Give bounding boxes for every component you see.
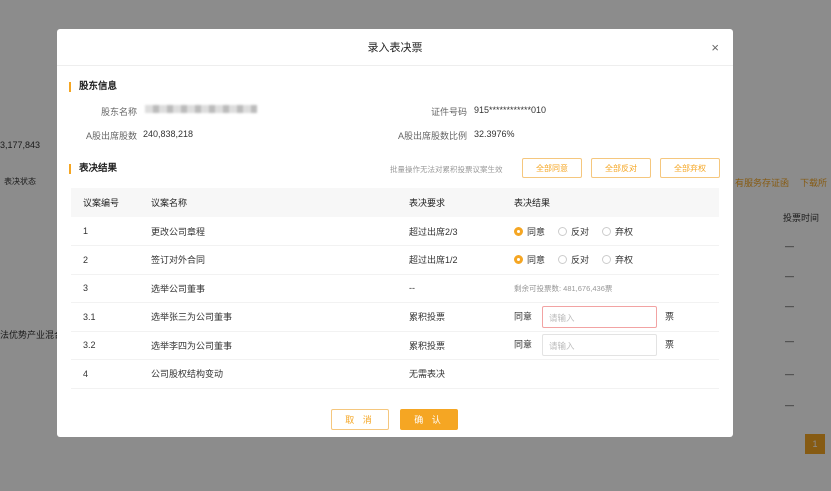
radio-option[interactable]: 反对	[558, 253, 589, 266]
vote-count-input[interactable]	[542, 334, 658, 357]
proposal-name: 选举张三为公司董事	[151, 302, 409, 332]
vote-result-cell: 同意 反对 弃权	[514, 245, 719, 275]
vote-requirement: 累积投票	[409, 302, 514, 332]
all-abstain-button[interactable]: 全部弃权	[660, 158, 720, 178]
col-header: 议案名称	[151, 188, 409, 217]
radio-label: 同意	[527, 226, 546, 237]
vote-entry-modal: 录入表决票 × 股东信息 股东名称 证件号码 915************01…	[57, 29, 733, 437]
radio-label: 反对	[571, 255, 590, 266]
table-row: 1 更改公司章程 超过出席2/3 同意 反对 弃权	[71, 217, 719, 246]
proposal-no: 1	[71, 217, 151, 246]
ratio-label: A股出席股数比例	[397, 131, 467, 141]
proposal-no: 3.1	[71, 302, 151, 332]
proposal-name: 选举李四为公司董事	[151, 331, 409, 360]
vote-requirement: 超过出席2/3	[409, 217, 514, 246]
id-value: 915************010	[474, 105, 547, 115]
radio-circle-icon	[602, 255, 612, 265]
agree-label: 同意	[514, 339, 533, 350]
section-vote-result: 表决结果	[69, 164, 117, 174]
col-header: 表决要求	[409, 188, 514, 217]
close-icon[interactable]: ×	[711, 40, 719, 55]
radio-circle-icon	[558, 255, 568, 265]
vote-result-cell: 同意 反对 弃权	[514, 217, 719, 246]
radio-label: 弃权	[615, 255, 634, 266]
shares-value: 240,838,218	[143, 129, 194, 139]
radio-circle-icon	[558, 226, 568, 236]
radio-circle-icon	[514, 255, 523, 265]
vote-count-field[interactable]: 请输入	[542, 305, 658, 328]
table-row: 2 签订对外合同 超过出席1/2 同意 反对 弃权	[71, 245, 719, 275]
table-row: 3.1 选举张三为公司董事 累积投票 同意 请输入票	[71, 302, 719, 332]
table-row: 3.2 选举李四为公司董事 累积投票 同意 请输入票	[71, 331, 719, 360]
proposal-name: 公司股权结构变动	[151, 359, 409, 389]
proposal-no: 2	[71, 245, 151, 275]
id-label: 证件号码	[430, 107, 467, 117]
modal-title: 录入表决票	[367, 42, 423, 54]
vote-count-input[interactable]	[542, 305, 658, 328]
vote-count-field[interactable]: 请输入	[542, 334, 658, 357]
section-shareholder-info: 股东信息	[69, 82, 117, 92]
name-label: 股东名称	[100, 107, 137, 117]
radio-option[interactable]: 同意	[514, 225, 545, 238]
all-oppose-button[interactable]: 全部反对	[591, 158, 651, 178]
proposal-name: 选举公司董事	[151, 274, 409, 303]
vote-requirement: 累积投票	[409, 331, 514, 360]
proposal-table: 议案编号 议案名称 表决要求 表决结果 1 更改公司章程 超过出席2/3 同意 反对 弃权…	[71, 188, 719, 389]
unit-label: 票	[665, 311, 675, 322]
radio-option[interactable]: 同意	[514, 253, 545, 266]
proposal-no: 3	[71, 274, 151, 303]
proposal-name: 更改公司章程	[151, 217, 409, 246]
radio-label: 反对	[571, 226, 590, 237]
radio-label: 弃权	[615, 226, 634, 237]
table-row: 4 公司股权结构变动 无需表决	[71, 359, 719, 389]
proposal-name: 签订对外合同	[151, 245, 409, 275]
vote-result-cell: 剩余可投票数: 481,676,436票	[514, 274, 719, 303]
batch-hint: 批量操作无法对累积投票议案生效	[390, 165, 503, 174]
cancel-button[interactable]: 取 消	[331, 409, 389, 430]
table-row: 3 选举公司董事 -- 剩余可投票数: 481,676,436票	[71, 274, 719, 303]
radio-option[interactable]: 弃权	[602, 225, 633, 238]
vote-result-cell: 同意 请输入票	[514, 331, 719, 360]
proposal-no: 3.2	[71, 331, 151, 360]
name-value-redacted	[145, 105, 257, 113]
unit-label: 票	[665, 339, 675, 350]
radio-label: 同意	[527, 255, 546, 266]
vote-result-cell	[514, 359, 719, 389]
col-header: 表决结果	[514, 188, 719, 217]
remaining-votes: 剩余可投票数: 481,676,436票	[514, 283, 613, 293]
col-header: 议案编号	[71, 188, 151, 217]
radio-option[interactable]: 弃权	[602, 253, 633, 266]
modal-header: 录入表决票 ×	[57, 29, 733, 66]
ratio-value: 32.3976%	[474, 129, 515, 139]
agree-label: 同意	[514, 311, 533, 322]
shares-label: A股出席股数	[85, 131, 137, 141]
all-agree-button[interactable]: 全部同意	[522, 158, 582, 178]
proposal-no: 4	[71, 359, 151, 389]
confirm-button[interactable]: 确 认	[400, 409, 458, 430]
vote-result-cell: 同意 请输入票	[514, 302, 719, 332]
vote-requirement: --	[409, 274, 514, 303]
radio-option[interactable]: 反对	[558, 225, 589, 238]
vote-requirement: 无需表决	[409, 359, 514, 389]
radio-circle-icon	[602, 226, 612, 236]
vote-requirement: 超过出席1/2	[409, 245, 514, 275]
radio-circle-icon	[514, 226, 523, 236]
